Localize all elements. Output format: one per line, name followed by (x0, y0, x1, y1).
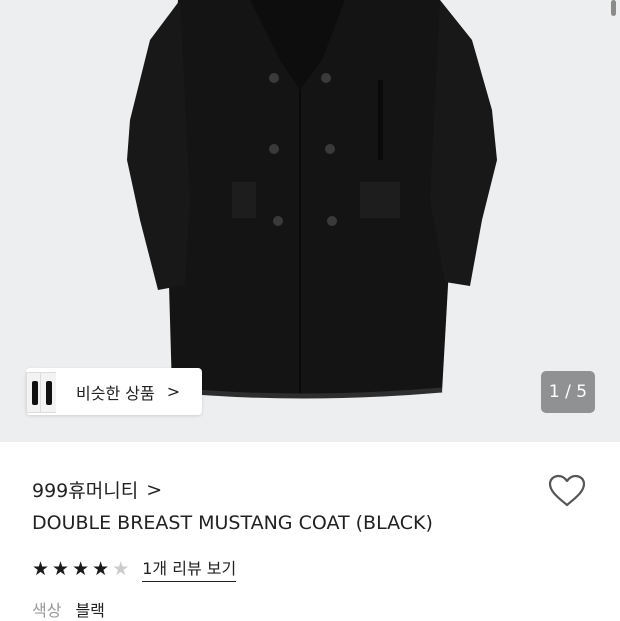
similar-products-label: 비슷한 상품 (76, 383, 155, 403)
rating-stars: ★ ★ ★ ★ ★ (32, 558, 129, 580)
heart-outline-icon[interactable] (548, 474, 586, 508)
similar-products-button[interactable]: 비슷한 상품 > (26, 368, 203, 415)
star-filled-icon: ★ (32, 557, 50, 580)
star-filled-icon: ★ (52, 557, 70, 580)
color-label: 색상 (32, 601, 62, 620)
product-image-gallery[interactable]: 비슷한 상품 > 1 / 5 (0, 0, 620, 442)
color-value: 블랙 (75, 601, 105, 620)
star-empty-icon: ★ (112, 557, 130, 580)
image-counter-badge: 1 / 5 (541, 371, 595, 413)
brand-link[interactable]: 999휴머니티 > (32, 476, 162, 503)
scrollbar-thumb[interactable] (611, 0, 616, 16)
star-filled-icon: ★ (92, 557, 110, 580)
product-title: DOUBLE BREAST MUSTANG COAT (BLACK) (32, 512, 433, 534)
brand-name: 999휴머니티 (32, 480, 139, 502)
review-link[interactable]: 1개 리뷰 보기 (142, 555, 237, 582)
rating-row: ★ ★ ★ ★ ★ 1개 리뷰 보기 (32, 555, 237, 582)
similar-thumbnail (40, 372, 56, 413)
chevron-right-icon: > (166, 382, 181, 401)
color-option: 색상 블랙 (32, 597, 105, 621)
similar-thumbnails (26, 368, 56, 415)
image-counter-text: 1 / 5 (548, 382, 588, 402)
chevron-right-icon: > (146, 478, 163, 501)
star-filled-icon: ★ (72, 557, 90, 580)
